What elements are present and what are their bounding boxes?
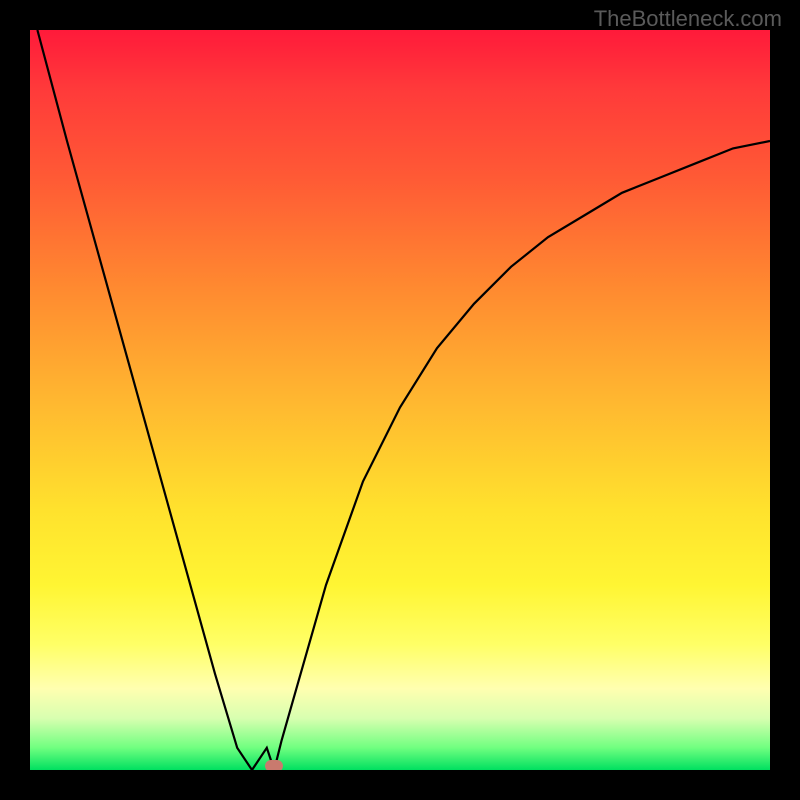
optimal-point-marker bbox=[265, 760, 283, 770]
watermark-text: TheBottleneck.com bbox=[594, 6, 782, 32]
chart-frame bbox=[30, 30, 770, 770]
chart-curve-svg bbox=[30, 30, 770, 770]
bottleneck-curve bbox=[37, 30, 770, 770]
